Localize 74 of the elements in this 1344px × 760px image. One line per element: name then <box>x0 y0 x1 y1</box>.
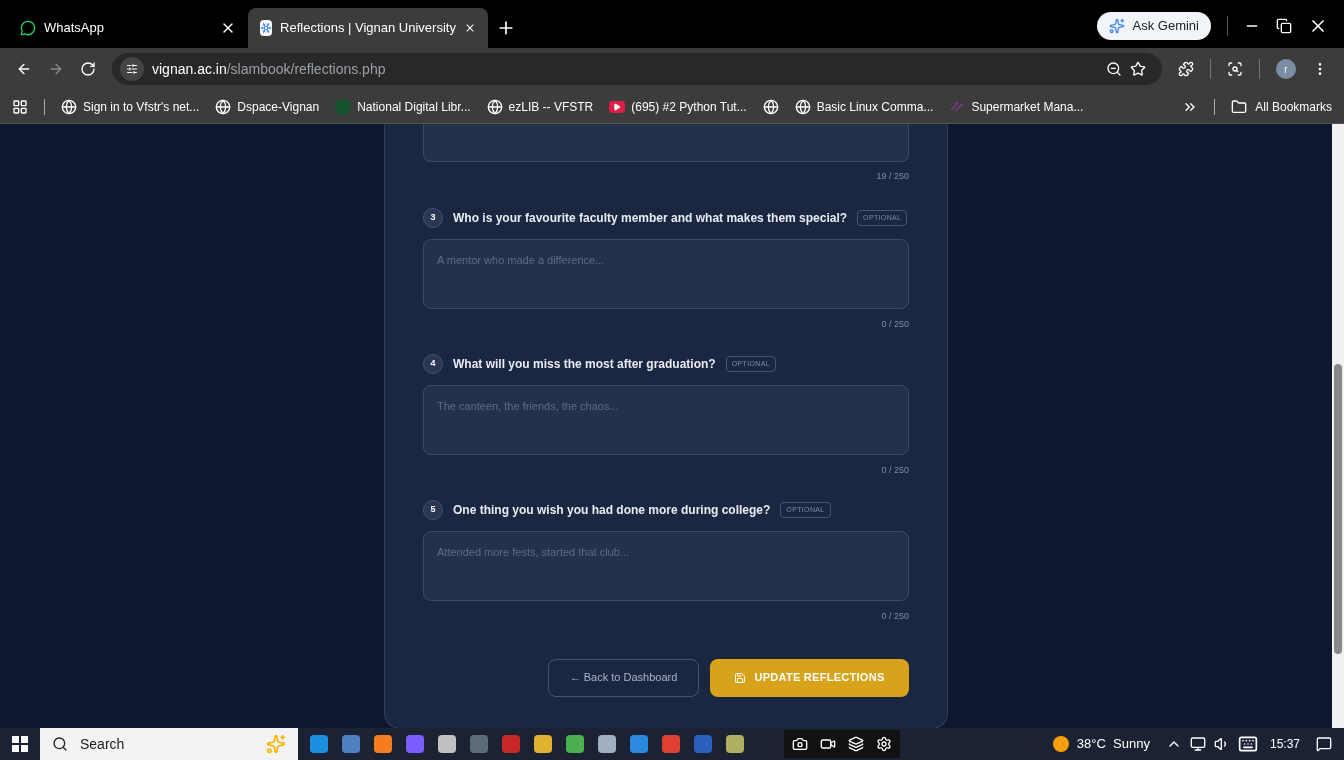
search-placeholder: Search <box>80 734 126 754</box>
sparkle-icon <box>266 734 286 754</box>
keyboard-icon[interactable] <box>1237 734 1258 754</box>
question-number: 4 <box>423 353 443 374</box>
bookmark-link[interactable]: National Digital Libr... <box>335 97 471 116</box>
chat-bubble-icon <box>20 20 36 36</box>
sparkle-icon <box>1108 18 1125 34</box>
apps-grid-icon[interactable] <box>12 98 28 115</box>
answer-field[interactable] <box>423 124 909 162</box>
app-icon[interactable] <box>342 735 360 753</box>
answer-field[interactable]: Attended more fests, started that club... <box>423 530 909 601</box>
globe-icon <box>61 98 77 115</box>
settings-icon[interactable] <box>876 736 892 752</box>
app-icon[interactable] <box>630 735 648 753</box>
bookmark-link[interactable]: Basic Linux Comma... <box>794 97 934 116</box>
question-number: 3 <box>423 207 443 228</box>
app-icon[interactable] <box>406 735 424 753</box>
search-icon <box>52 736 68 752</box>
app-icon[interactable] <box>598 735 616 753</box>
windows-logo-icon[interactable] <box>12 736 28 752</box>
character-counter: 19 / 250 <box>876 170 909 183</box>
character-counter: 0 / 250 <box>881 463 909 477</box>
bookmark-link[interactable]: (695) #2 Python Tut... <box>609 97 747 116</box>
restore-icon[interactable] <box>1276 18 1292 34</box>
app-icon[interactable] <box>662 735 680 753</box>
globe-icon <box>794 98 811 115</box>
app-icon[interactable] <box>374 735 392 753</box>
network-icon[interactable] <box>1189 736 1206 752</box>
tab-title: Reflections | Vignan University <box>280 19 456 38</box>
bookmark-link[interactable]: Dspace-Vignan <box>215 97 320 116</box>
back-to-dashboard-button[interactable]: ← Back to Dashboard <box>548 658 699 697</box>
app-icon[interactable] <box>566 735 584 753</box>
character-counter: 0 / 250 <box>881 317 909 331</box>
url-text: vignan.ac.in/slambook/reflections.php <box>152 59 386 79</box>
site-settings-icon[interactable] <box>126 63 138 75</box>
extensions-icon[interactable] <box>1178 61 1194 77</box>
video-camera-icon[interactable] <box>820 736 836 752</box>
question-number: 5 <box>423 499 443 520</box>
question-text: One thing you wish you had done more during college? <box>453 501 771 519</box>
app-icon[interactable] <box>726 735 744 753</box>
app-icon[interactable] <box>438 735 456 753</box>
ask-gemini-button[interactable]: Ask Gemini <box>1096 12 1211 40</box>
weather-text[interactable]: 38°C Sunny <box>1076 734 1150 754</box>
character-counter: 0 / 250 <box>881 609 909 623</box>
play-icon <box>609 100 626 113</box>
clock-time[interactable]: 15:37 <box>1269 735 1300 753</box>
scrollbar[interactable] <box>1332 124 1344 728</box>
star-icon[interactable] <box>1130 61 1146 77</box>
app-icon[interactable] <box>534 735 552 753</box>
folder-icon <box>1231 98 1248 115</box>
taskbar-search-field[interactable]: Search <box>40 728 298 760</box>
question-text: What will you miss the most after graduation? <box>453 355 716 373</box>
bookmark-link[interactable]: Sign in to Vfstr's net... <box>61 97 200 116</box>
address-bar[interactable]: vignan.ac.in/slambook/reflections.php <box>112 53 1162 85</box>
camera-icon[interactable] <box>792 736 808 752</box>
tab-title: WhatsApp <box>44 19 105 38</box>
app-icon[interactable] <box>310 735 328 753</box>
zoom-out-icon[interactable] <box>1106 61 1122 77</box>
globe-icon <box>762 98 779 115</box>
back-icon[interactable] <box>16 61 32 77</box>
notifications-icon[interactable] <box>1316 736 1332 752</box>
globe-icon <box>486 98 503 115</box>
forward-icon[interactable] <box>48 61 64 77</box>
reload-icon[interactable] <box>80 61 96 77</box>
question-text: Who is your favourite faculty member and what makes them special? <box>453 209 848 227</box>
bookmark-link[interactable]: Supermarket Mana... <box>949 97 1084 116</box>
browser-tab[interactable]: Reflections | Vignan University <box>248 8 488 48</box>
screen-search-icon[interactable] <box>1227 61 1243 77</box>
bookmark-link[interactable]: ezLIB -- VFSTR <box>486 97 594 116</box>
bookmark-link[interactable] <box>762 98 779 115</box>
all-bookmarks-link[interactable]: All Bookmarks <box>1231 97 1332 116</box>
globe-icon <box>215 98 232 115</box>
sun-icon <box>1052 736 1069 752</box>
snowflake-icon <box>260 20 273 36</box>
